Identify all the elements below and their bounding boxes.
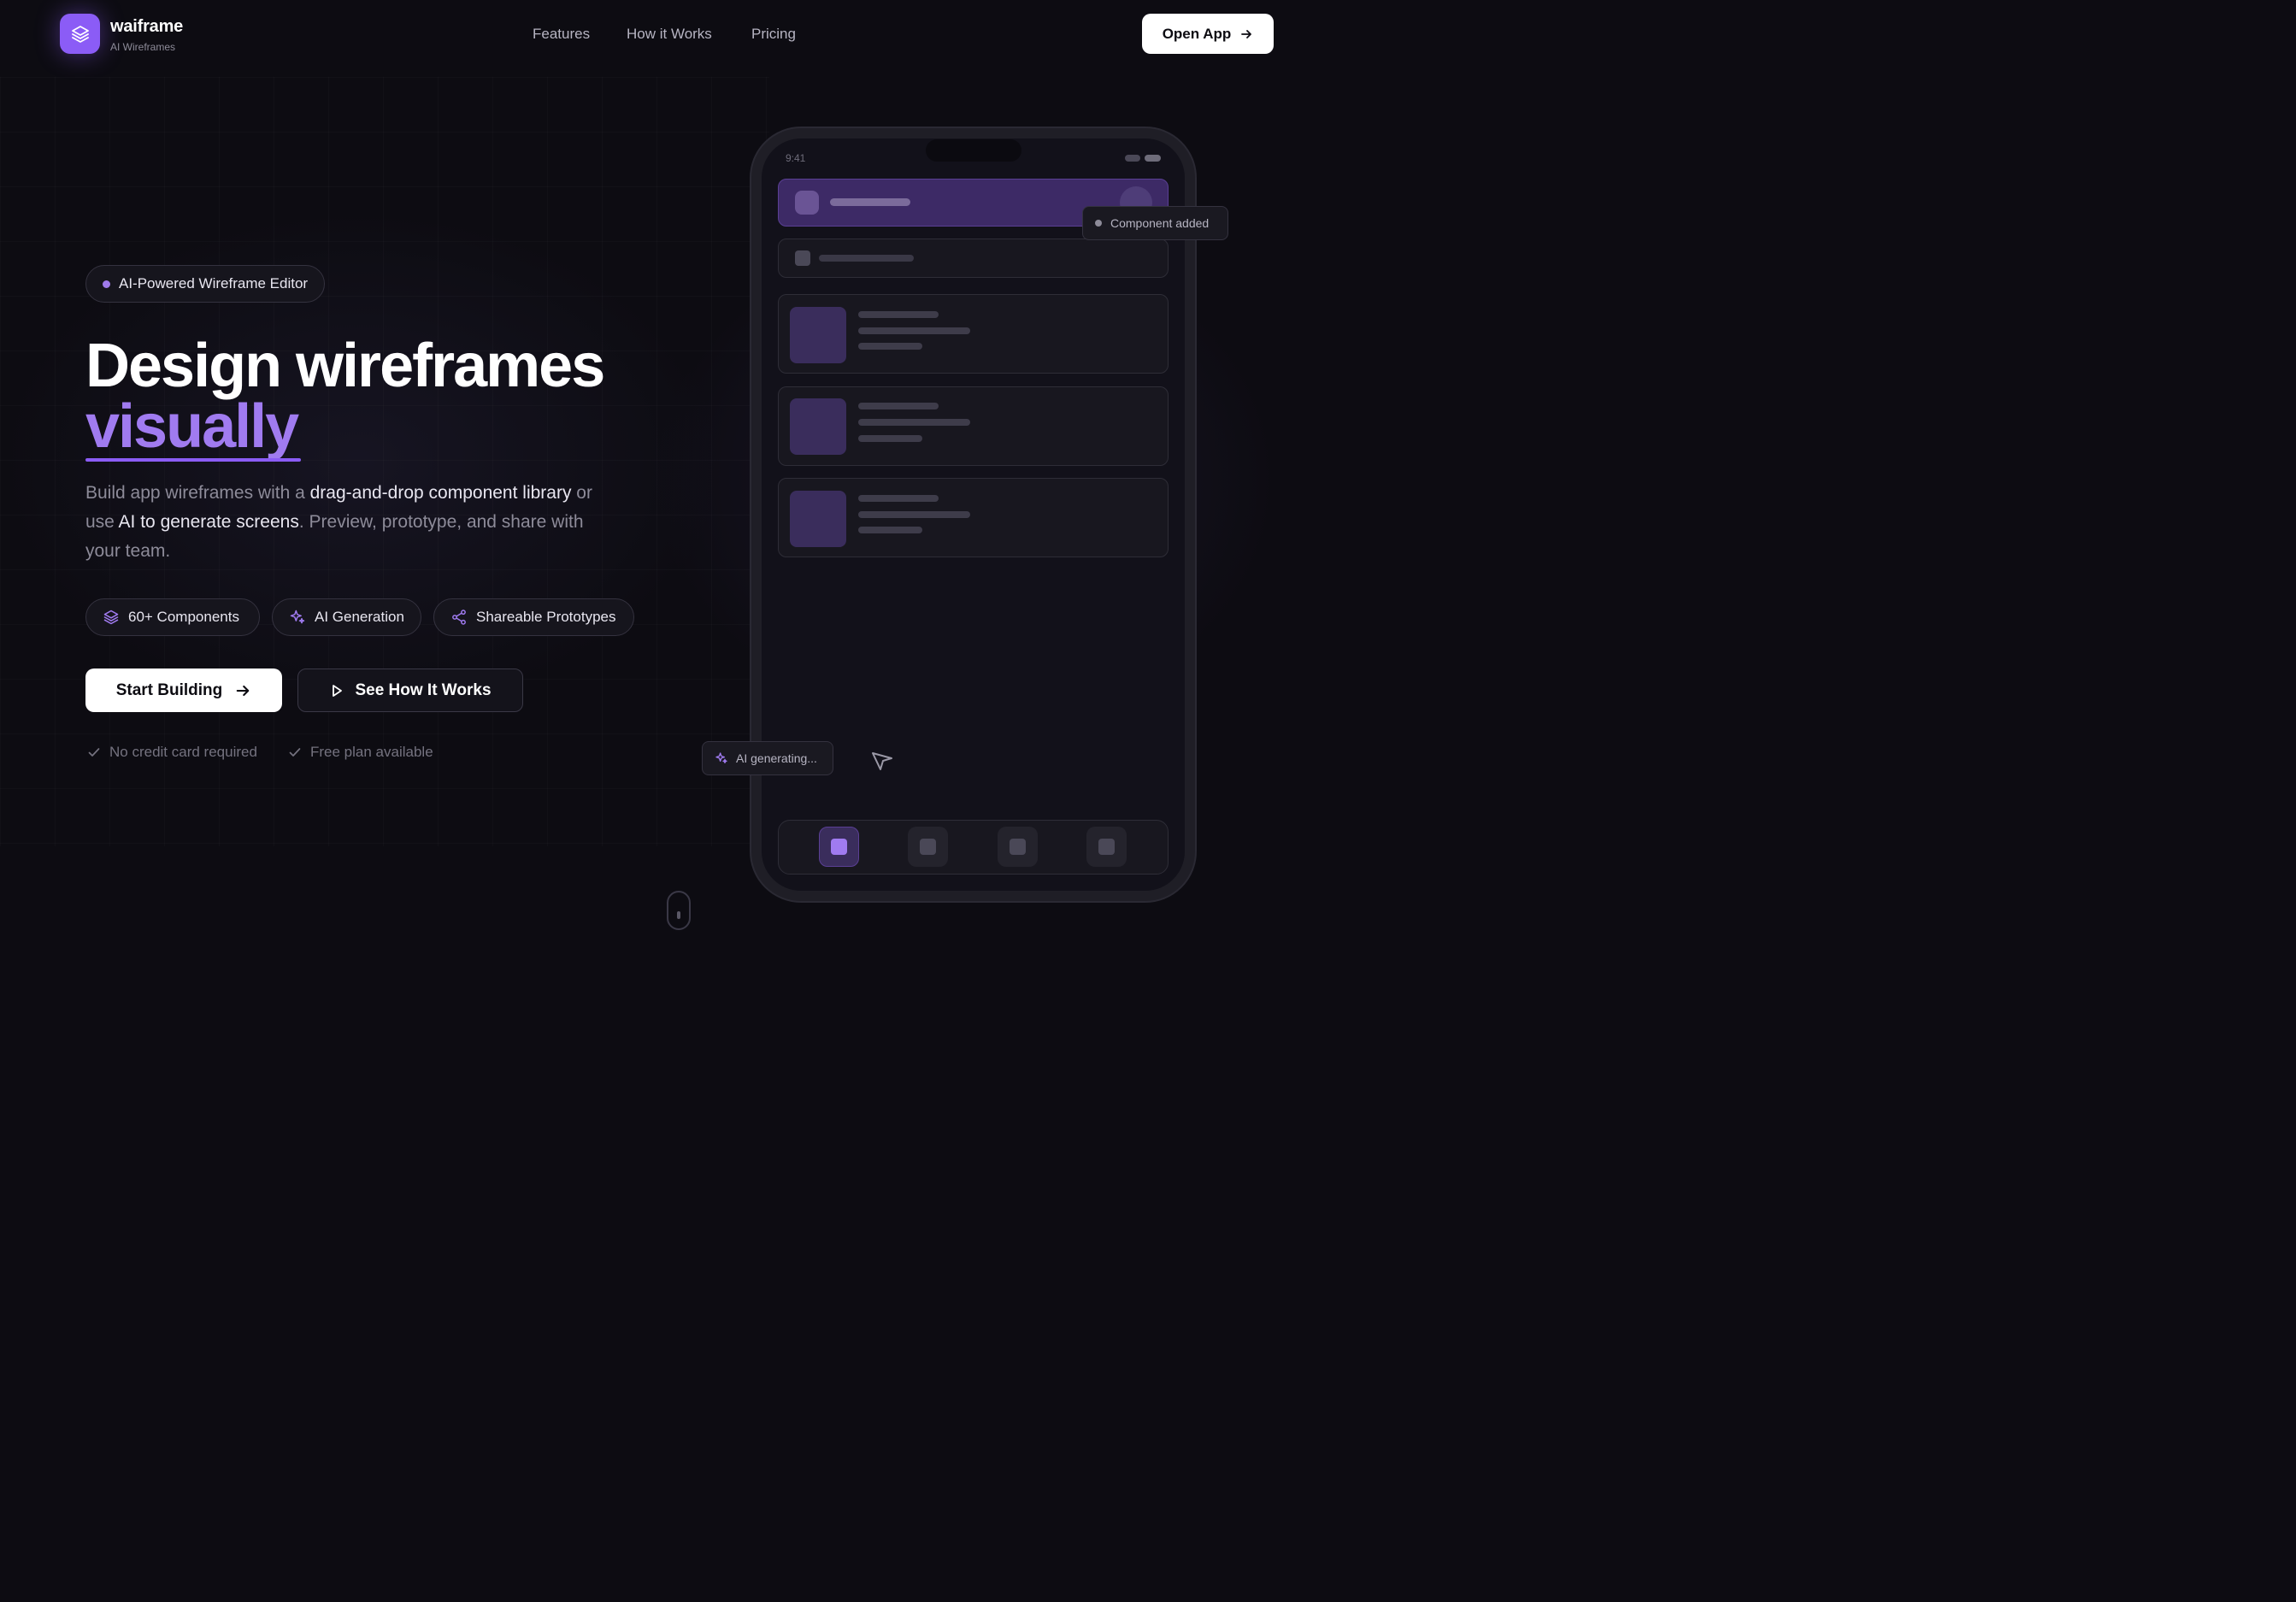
cursor-pointer-icon — [872, 752, 892, 770]
logo[interactable] — [60, 14, 100, 54]
list-thumb-placeholder — [790, 307, 846, 363]
arrow-right-icon — [236, 685, 250, 696]
tab-icon — [1010, 839, 1026, 855]
tab-icon — [831, 839, 847, 855]
tab-bar-item[interactable] — [908, 827, 948, 867]
list-title-placeholder — [858, 403, 939, 409]
arrow-right-icon — [1241, 29, 1252, 38]
background-grid — [0, 77, 769, 846]
brand-name[interactable]: waiframe — [110, 17, 183, 37]
tab-bar-item[interactable] — [1086, 827, 1127, 867]
tab-icon — [920, 839, 936, 855]
list-text-placeholder — [858, 511, 970, 518]
layers-icon — [103, 610, 119, 625]
brand-subtitle: AI Wireframes — [110, 41, 176, 53]
title-underline — [85, 458, 301, 462]
list-title-placeholder — [858, 495, 939, 502]
description-highlight: AI to generate screens — [118, 512, 299, 532]
feature-label: 60+ Components — [128, 609, 239, 625]
hero-badge-label: AI-Powered Wireframe Editor — [119, 275, 309, 292]
nav-link-how-it-works[interactable]: How it Works — [627, 26, 712, 43]
search-icon-placeholder — [795, 250, 810, 266]
tab-bar-item[interactable] — [819, 827, 859, 867]
scroll-wheel-icon — [677, 911, 680, 919]
tab-bar-item[interactable] — [998, 827, 1038, 867]
list-text-placeholder — [858, 327, 970, 334]
battery-icon — [1145, 155, 1161, 162]
list-text-placeholder — [858, 419, 970, 426]
layers-icon — [71, 25, 89, 43]
feature-chip-shareable: Shareable Prototypes — [433, 598, 634, 636]
search-text-placeholder — [819, 255, 914, 262]
scroll-indicator[interactable] — [667, 891, 691, 930]
signal-icon — [1125, 155, 1140, 162]
feature-label: Shareable Prototypes — [476, 609, 616, 625]
feature-label: AI Generation — [315, 609, 404, 625]
tab-icon — [1098, 839, 1115, 855]
play-icon — [333, 684, 343, 697]
assurance-no-credit-card: No credit card required — [87, 744, 257, 761]
hero-title-line1: Design wireframes — [85, 332, 605, 400]
open-app-label: Open App — [1162, 25, 1232, 42]
sparkles-icon — [715, 752, 727, 763]
ai-generating-indicator: AI generating... — [702, 741, 833, 775]
see-how-it-works-button[interactable]: See How It Works — [297, 668, 523, 712]
see-how-it-works-label: See How It Works — [355, 680, 492, 699]
start-building-label: Start Building — [115, 680, 223, 699]
hero-title-line2: visually — [85, 392, 299, 461]
check-icon — [88, 748, 100, 757]
hero-badge: AI-Powered Wireframe Editor — [85, 265, 326, 303]
list-title-placeholder — [858, 311, 939, 318]
nav-link-pricing[interactable]: Pricing — [751, 26, 796, 43]
check-icon — [289, 748, 301, 757]
phone-notch — [926, 139, 1021, 162]
sparkles-icon — [290, 610, 305, 624]
nav-link-features[interactable]: Features — [533, 26, 590, 43]
list-thumb-placeholder — [790, 398, 846, 455]
list-text-placeholder — [858, 343, 922, 350]
assurance-label: Free plan available — [310, 744, 433, 760]
hero-description: Build app wireframes with a drag-and-dro… — [85, 479, 598, 566]
ai-generating-label: AI generating... — [736, 751, 817, 765]
header-icon-placeholder — [795, 191, 819, 215]
open-app-button[interactable]: Open App — [1142, 14, 1274, 54]
list-text-placeholder — [858, 527, 922, 533]
toast-dot-icon — [1095, 220, 1102, 227]
component-added-toast: Component added — [1082, 206, 1228, 240]
list-text-placeholder — [858, 435, 922, 442]
start-building-button[interactable]: Start Building — [85, 668, 282, 712]
share-icon — [452, 610, 466, 625]
feature-chip-components: 60+ Components — [85, 598, 260, 636]
feature-chip-ai-generation: AI Generation — [272, 598, 421, 636]
status-time: 9:41 — [786, 152, 806, 164]
assurance-free-plan: Free plan available — [288, 744, 433, 761]
toast-label: Component added — [1110, 216, 1210, 230]
assurance-label: No credit card required — [109, 744, 257, 760]
list-thumb-placeholder — [790, 491, 846, 547]
header-text-placeholder — [830, 198, 910, 206]
description-part: Build app wireframes with a — [85, 483, 310, 503]
badge-dot-icon — [103, 280, 110, 288]
description-highlight: drag-and-drop component library — [309, 483, 572, 503]
